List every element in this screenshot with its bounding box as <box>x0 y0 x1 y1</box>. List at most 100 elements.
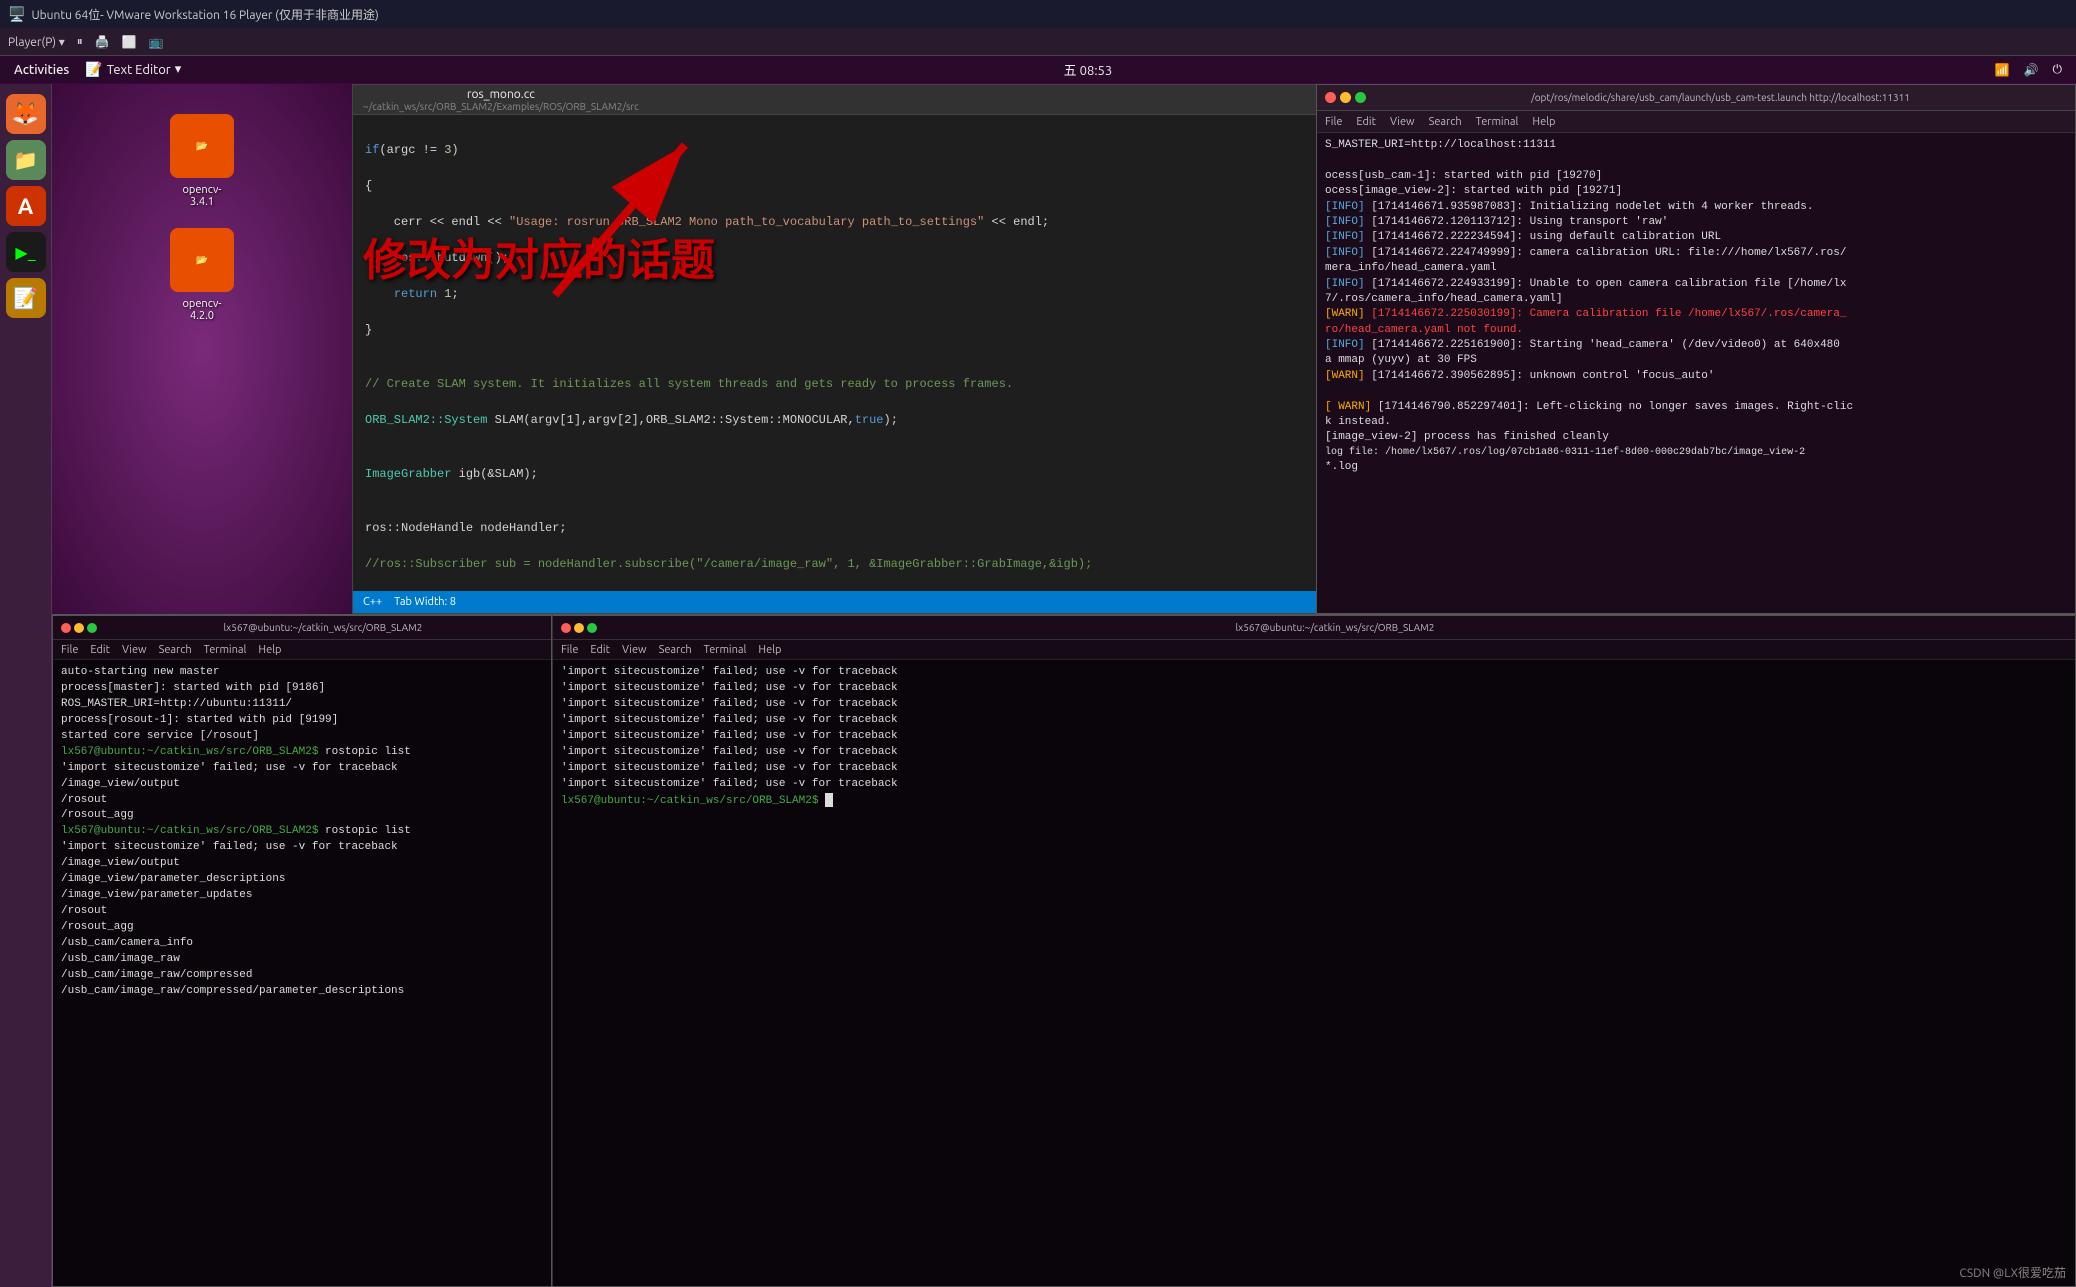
bl-file[interactable]: File <box>61 644 78 656</box>
tr-term-titlebar: /opt/ros/melodic/share/usb_cam/launch/us… <box>1317 85 2075 111</box>
main-layout: 🦊 📁 A ▶_ 📝 📂 opencv-3.4.1 📂 opencv-4.2.0 <box>0 84 2076 1287</box>
player-menu[interactable]: Player(P) ▾ <box>8 35 65 49</box>
bl-line-import1: 'import sitecustomize' failed; use -v fo… <box>61 761 543 777</box>
bl-line-topic11: /usb_cam/image_raw/compressed <box>61 968 543 984</box>
desktop-icon-opencv420[interactable]: 📂 opencv-4.2.0 <box>170 228 234 322</box>
opencv341-icon: 📂 <box>170 114 234 178</box>
sidebar-app-terminal[interactable]: ▶_ <box>6 232 46 272</box>
gnome-center: 五 08:53 <box>1064 60 1113 79</box>
desktop-area: 📂 opencv-3.4.1 📂 opencv-4.2.0 <box>52 84 352 614</box>
bl-titlebar: lx567@ubuntu:~/catkin_ws/src/ORB_SLAM2 <box>53 616 551 640</box>
sidebar-app-files[interactable]: 📁 <box>6 140 46 180</box>
tr-line-19: k instead. <box>1325 415 2067 430</box>
text-editor-menu[interactable]: 📝 Text Editor ▾ <box>85 61 181 78</box>
br-line-4: 'import sitecustomize' failed; use -v fo… <box>561 713 2067 729</box>
bl-help[interactable]: Help <box>258 644 281 656</box>
editor-filename: ros_mono.cc <box>467 88 535 101</box>
tr-terminal-menu[interactable]: Terminal <box>1476 116 1519 128</box>
br-line-3: 'import sitecustomize' failed; use -v fo… <box>561 697 2067 713</box>
sidebar-app-software[interactable]: A <box>6 186 46 226</box>
br-content[interactable]: 'import sitecustomize' failed; use -v fo… <box>553 660 2075 1286</box>
bl-line-topic6: /image_view/parameter_updates <box>61 888 543 904</box>
bl-line-topic2: /rosout <box>61 793 543 809</box>
bl-line-topic1: /image_view/output <box>61 777 543 793</box>
bl-line-topic3: /rosout_agg <box>61 808 543 824</box>
desktop-icon-opencv341[interactable]: 📂 opencv-3.4.1 <box>170 114 234 208</box>
bl-close[interactable] <box>61 623 71 633</box>
tr-win-btns <box>1325 92 1366 103</box>
br-view[interactable]: View <box>622 644 647 656</box>
br-line-prompt: lx567@ubuntu:~/catkin_ws/src/ORB_SLAM2$ <box>561 793 2067 810</box>
gnome-left: Activities 📝 Text Editor ▾ <box>14 61 181 78</box>
tr-term-title: /opt/ros/melodic/share/usb_cam/launch/us… <box>1374 92 2067 103</box>
tr-line-2 <box>1325 153 2067 168</box>
br-help[interactable]: Help <box>758 644 781 656</box>
tr-term-content[interactable]: S_MASTER_URI=http://localhost:11311 oces… <box>1317 133 2075 613</box>
tr-line-16: [WARN] [1714146672.390562895]: unknown c… <box>1325 369 2067 384</box>
tab-width[interactable]: Tab Width: 8 <box>394 596 456 608</box>
toolbar-icon3[interactable]: ⬜ <box>122 35 137 49</box>
tr-line-4: ocess[image_view-2]: started with pid [1… <box>1325 184 2067 199</box>
tr-min[interactable] <box>1340 92 1351 103</box>
tr-max[interactable] <box>1355 92 1366 103</box>
sidebar: 🦊 📁 A ▶_ 📝 <box>0 84 52 1287</box>
lang-indicator[interactable]: C++ <box>363 596 382 608</box>
bl-terminal[interactable]: Terminal <box>204 644 247 656</box>
tr-search-menu[interactable]: Search <box>1429 116 1462 128</box>
pause-icon[interactable]: ⏸ <box>77 35 83 49</box>
br-terminal[interactable]: Terminal <box>704 644 747 656</box>
br-edit[interactable]: Edit <box>590 644 610 656</box>
statusbar-left: C++ Tab Width: 8 <box>363 596 456 608</box>
tr-line-6: [INFO] [1714146672.120113712]: Using tra… <box>1325 215 2067 230</box>
top-right-terminal: /opt/ros/melodic/share/usb_cam/launch/us… <box>1316 84 2076 614</box>
bl-line-prompt2: lx567@ubuntu:~/catkin_ws/src/ORB_SLAM2$ … <box>61 824 543 840</box>
bl-view[interactable]: View <box>122 644 147 656</box>
bl-search[interactable]: Search <box>159 644 192 656</box>
toolbar-icon2[interactable]: 🖨️ <box>95 35 110 49</box>
volume-icon: 🔊 <box>2024 63 2039 77</box>
bl-max[interactable] <box>87 623 97 633</box>
bottom-left-terminal: lx567@ubuntu:~/catkin_ws/src/ORB_SLAM2 F… <box>52 614 552 1287</box>
opencv420-icon: 📂 <box>170 228 234 292</box>
vmware-icon: 🖥️ <box>8 6 25 23</box>
tr-line-22: *.log <box>1325 460 2067 475</box>
br-search[interactable]: Search <box>659 644 692 656</box>
bl-line-master: process[master]: started with pid [9186] <box>61 681 543 697</box>
br-line-6: 'import sitecustomize' failed; use -v fo… <box>561 745 2067 761</box>
watermark: CSDN @LX很爱吃茄 <box>1959 1264 2066 1281</box>
content-area: 📂 opencv-3.4.1 📂 opencv-4.2.0 ros_mono.c… <box>52 84 2076 1287</box>
bl-line-topic5: /image_view/parameter_descriptions <box>61 872 543 888</box>
bl-line-core: started core service [/rosout] <box>61 729 543 745</box>
bl-content[interactable]: auto-starting new master process[master]… <box>53 660 551 1286</box>
tr-line-20: [image_view-2] process has finished clea… <box>1325 430 2067 445</box>
tr-line-9: mera_info/head_camera.yaml <box>1325 261 2067 276</box>
br-min[interactable] <box>574 623 584 633</box>
tr-help-menu[interactable]: Help <box>1532 116 1555 128</box>
br-close[interactable] <box>561 623 571 633</box>
tr-view-menu[interactable]: View <box>1390 116 1415 128</box>
sidebar-app-firefox[interactable]: 🦊 <box>6 94 46 134</box>
tr-line-18: [ WARN] [1714146790.852297401]: Left-cli… <box>1325 400 2067 415</box>
bl-edit[interactable]: Edit <box>90 644 110 656</box>
br-titlebar: lx567@ubuntu:~/catkin_ws/src/ORB_SLAM2 <box>553 616 2075 640</box>
bl-line-topic12: /usb_cam/image_raw/compressed/parameter_… <box>61 984 543 1000</box>
activities-btn[interactable]: Activities <box>14 63 69 77</box>
bl-line-topic7: /rosout <box>61 904 543 920</box>
br-file[interactable]: File <box>561 644 578 656</box>
toolbar-icon4[interactable]: 📺 <box>149 35 164 49</box>
bl-min[interactable] <box>74 623 84 633</box>
top-row: 📂 opencv-3.4.1 📂 opencv-4.2.0 ros_mono.c… <box>52 84 2076 614</box>
tr-line-7: [INFO] [1714146672.222234594]: using def… <box>1325 230 2067 245</box>
tr-term-menubar: File Edit View Search Terminal Help <box>1317 111 2075 133</box>
bl-line-topic4: /image_view/output <box>61 856 543 872</box>
bl-line-topic10: /usb_cam/image_raw <box>61 952 543 968</box>
tr-close[interactable] <box>1325 92 1336 103</box>
sidebar-app-notes[interactable]: 📝 <box>6 278 46 318</box>
bl-line-prompt1: lx567@ubuntu:~/catkin_ws/src/ORB_SLAM2$ … <box>61 745 543 761</box>
tr-file-menu[interactable]: File <box>1325 116 1342 128</box>
br-line-7: 'import sitecustomize' failed; use -v fo… <box>561 761 2067 777</box>
tr-line-10: [INFO] [1714146672.224933199]: Unable to… <box>1325 277 2067 292</box>
opencv341-label: opencv-3.4.1 <box>182 184 221 208</box>
br-max[interactable] <box>587 623 597 633</box>
tr-edit-menu[interactable]: Edit <box>1356 116 1376 128</box>
